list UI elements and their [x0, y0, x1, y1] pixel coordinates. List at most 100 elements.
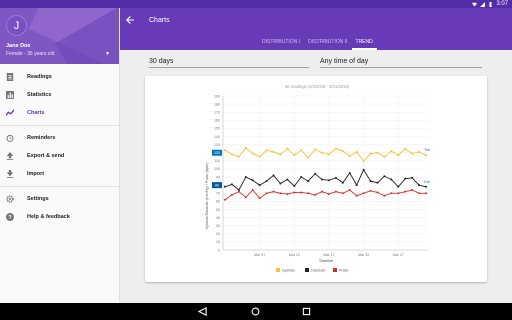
nav-item-readings[interactable]: Readings: [0, 68, 119, 86]
data-point-diastolic: [314, 172, 317, 175]
data-point-diastolic: [425, 185, 427, 188]
data-point-diastolic: [355, 184, 358, 187]
y-tick-label: 150: [214, 127, 220, 131]
back-button-icon[interactable]: [198, 307, 207, 316]
data-point-systolic: [404, 147, 407, 150]
upload-icon: [6, 152, 14, 160]
y-tick-label: 40: [216, 216, 220, 220]
data-point-systolic: [224, 149, 226, 152]
data-point-pulse: [224, 198, 226, 201]
nav-item-import[interactable]: Import: [0, 165, 119, 183]
x-tick-label: Mar 12: [289, 253, 300, 257]
y-tick-label: 80: [215, 184, 219, 188]
y-tick-label: 180: [214, 102, 220, 106]
nav-item-export[interactable]: Export & send: [0, 147, 119, 165]
data-point-systolic: [307, 156, 310, 159]
user-name: Jane Doe: [6, 43, 31, 49]
data-point-systolic: [425, 154, 427, 157]
statistics-icon: [6, 91, 14, 99]
user-info: Female - 36 years old: [6, 51, 55, 57]
data-point-systolic: [237, 155, 240, 158]
data-point-diastolic: [265, 180, 268, 183]
navigation-drawer: J Jane Doe Female - 36 years old ▼ Readi…: [0, 8, 120, 303]
data-point-diastolic: [272, 174, 275, 177]
nav-item-label: Import: [27, 171, 45, 177]
data-point-pulse: [321, 190, 324, 193]
nav-item-label: Reminders: [27, 135, 56, 141]
data-point-pulse: [244, 196, 247, 199]
y-tick-label: 30: [216, 224, 220, 228]
legend-label: Diastolic: [311, 269, 325, 273]
nav-item-reminders[interactable]: Reminders: [0, 129, 119, 147]
recents-button-icon[interactable]: [302, 307, 311, 316]
avatar[interactable]: J: [6, 15, 27, 36]
nav-item-statistics[interactable]: Statistics: [0, 86, 119, 104]
data-point-diastolic: [286, 178, 289, 181]
nav-item-label: Settings: [27, 196, 49, 202]
data-point-diastolic: [321, 178, 324, 181]
legend-swatch-pulse: [333, 268, 337, 272]
chart-title: 30 readings (3/2/2018 - 3/31/2018): [285, 84, 350, 89]
page-title: Charts: [149, 17, 170, 24]
back-arrow-icon[interactable]: [126, 16, 134, 24]
data-point-diastolic: [362, 168, 365, 171]
wifi-icon: [472, 2, 478, 6]
data-point-systolic: [314, 148, 317, 151]
data-point-diastolic: [404, 177, 407, 180]
time-of-day-select[interactable]: Any time of day: [320, 56, 482, 68]
data-point-pulse: [362, 192, 365, 195]
nav-item-help[interactable]: ? Help & feedback: [0, 208, 119, 226]
home-button-icon[interactable]: [251, 307, 260, 316]
data-point-systolic: [293, 154, 296, 157]
data-point-pulse: [237, 190, 240, 193]
account-dropdown-icon[interactable]: ▼: [105, 51, 110, 57]
y-tick-label: 20: [216, 232, 220, 236]
data-point-pulse: [418, 192, 421, 195]
y-tick-label: 60: [216, 200, 220, 204]
y-tick-label: 50: [216, 208, 220, 212]
data-point-pulse: [404, 190, 407, 193]
drawer-header: J Jane Doe Female - 36 years old ▼: [0, 8, 119, 64]
tab-trend[interactable]: TREND: [351, 38, 377, 50]
data-point-diastolic: [307, 180, 310, 183]
data-point-systolic: [397, 154, 400, 157]
y-tick-label: 0: [218, 248, 220, 252]
data-point-pulse: [293, 191, 296, 194]
data-point-systolic: [300, 149, 303, 152]
data-point-systolic: [272, 150, 275, 153]
data-point-diastolic: [327, 179, 330, 182]
data-point-diastolic: [348, 172, 351, 174]
status-icons: 3:07: [472, 0, 508, 8]
nav-item-settings[interactable]: Settings: [0, 190, 119, 208]
data-point-systolic: [341, 150, 344, 153]
data-point-pulse: [272, 190, 275, 193]
data-point-diastolic: [300, 176, 303, 179]
data-point-diastolic: [334, 176, 337, 179]
system-navigation-bar: [0, 303, 512, 320]
data-point-systolic: [362, 159, 365, 162]
y-tick-label: 190: [214, 94, 220, 98]
data-point-pulse: [279, 192, 282, 195]
tab-distribution-2[interactable]: DISTRIBUTION II: [304, 38, 351, 50]
nav-item-label: Help & feedback: [27, 214, 70, 220]
nav-item-label: Statistics: [27, 92, 52, 98]
legend-label: Pulse: [339, 269, 349, 273]
legend-swatch-diastolic: [305, 268, 309, 272]
data-point-pulse: [300, 191, 303, 194]
period-select[interactable]: 30 days: [149, 56, 309, 68]
data-point-pulse: [390, 192, 393, 195]
nav-item-charts[interactable]: Charts: [0, 104, 119, 122]
data-point-pulse: [327, 193, 330, 196]
data-point-systolic: [265, 149, 268, 152]
series-line-diastolic: [224, 168, 427, 191]
series-end-label: Dia: [424, 180, 431, 184]
trend-chart: 30 readings (3/2/2018 - 3/31/2018) Systo…: [205, 84, 431, 273]
download-icon: [6, 170, 14, 178]
drawer-divider: [0, 186, 119, 187]
data-point-pulse: [286, 193, 289, 196]
data-point-pulse: [334, 190, 337, 193]
tab-distribution-1[interactable]: DISTRIBUTION I: [258, 38, 304, 50]
data-point-diastolic: [230, 183, 233, 186]
app-screen: 3:07 J Jane Doe Female - 36 years old ▼ …: [0, 0, 512, 320]
y-tick-label: 100: [214, 167, 220, 171]
